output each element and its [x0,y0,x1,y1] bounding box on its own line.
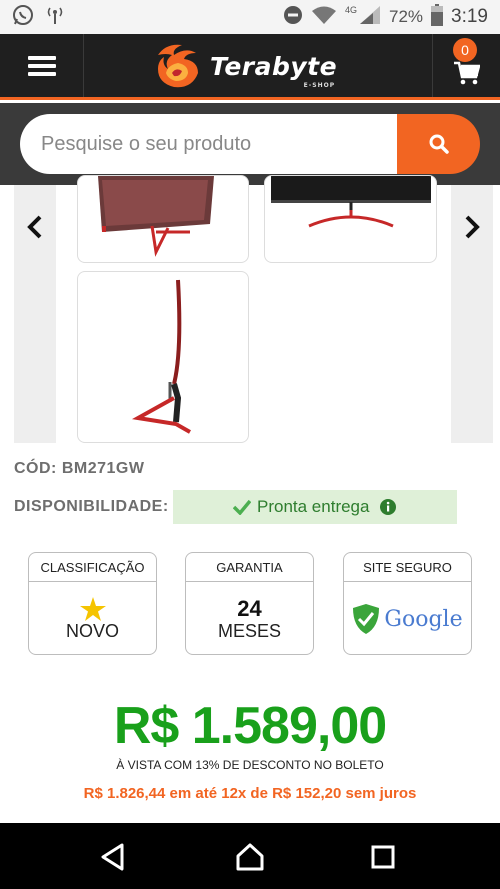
secure-site-body[interactable]: Google [344,582,471,654]
search-button[interactable] [397,114,480,174]
logo-wordmark: Terabyte E-SHOP [210,51,338,89]
wifi-icon [311,5,337,30]
warranty-card: GARANTIA 24 MESES [185,552,314,655]
search-input[interactable] [20,114,398,174]
product-gallery [0,175,500,445]
battery-icon [431,3,444,31]
logo-subtext: E-SHOP [303,81,336,89]
monitor-back-image [271,176,431,228]
warranty-title: GARANTIA [186,553,313,582]
gallery-thumb-3[interactable] [77,271,249,443]
gallery-prev-button[interactable] [14,185,56,443]
warranty-number: 24 [237,595,262,621]
square-icon [371,845,395,869]
warranty-body: 24 MESES [186,582,313,654]
hotspot-icon [46,5,64,30]
dnd-icon [283,5,303,30]
shield-icon [353,604,380,634]
product-code: CÓD: BM271GW [14,460,145,477]
gallery-next-button[interactable] [451,185,493,443]
gallery-thumb-2[interactable] [264,175,437,263]
monitor-side-image [131,279,191,434]
site-header: Terabyte E-SHOP 0 [0,34,500,100]
back-button[interactable] [96,841,130,873]
hamburger-icon [27,52,56,80]
search-bar [0,103,500,185]
check-icon [233,499,251,515]
chevron-left-icon [27,215,42,239]
star-icon [79,596,106,621]
search-icon [429,134,449,154]
secure-site-card: SITE SEGURO Google [343,552,472,655]
flame-logo-icon [158,44,198,88]
logo-text: Terabyte [210,51,338,81]
recents-button[interactable] [366,841,400,873]
secure-site-title: SITE SEGURO [344,553,471,582]
installment-info: R$ 1.826,44 em até 12x de R$ 152,20 sem … [83,785,417,802]
availability-label: DISPONIBILIDADE: [14,498,169,515]
home-icon [236,843,264,871]
cart-icon [453,61,480,84]
back-triangle-icon [101,843,124,871]
gallery-thumb-1[interactable] [77,175,249,263]
availability-value: Pronta entrega [257,497,370,516]
terabyte-logo[interactable]: Terabyte E-SHOP [152,40,337,92]
cart-count-badge: 0 [453,38,477,62]
signal-icon [359,5,381,30]
info-icon[interactable] [379,498,397,516]
chevron-right-icon [465,215,480,239]
monitor-front-image [98,176,214,257]
network-type: 4G [344,5,357,15]
classification-body: NOVO [29,582,156,654]
whatsapp-icon [12,4,34,31]
classification-value: NOVO [65,620,119,641]
warranty-unit: MESES [217,620,282,641]
google-wordmark: Google [384,606,463,632]
clock: 3:19 [451,6,488,27]
home-button[interactable] [233,841,267,873]
product-price: R$ 1.589,00 [113,697,387,755]
classification-card: CLASSIFICAÇÃO NOVO [28,552,157,655]
classification-title: CLASSIFICAÇÃO [29,553,156,582]
status-bar: 4G 72% 3:19 [0,0,500,34]
cash-discount-note: À VISTA COM 13% DE DESCONTO NO BOLETO [116,758,384,772]
battery-percent: 72% [388,7,424,26]
availability-status: Pronta entrega [173,490,457,524]
android-nav-bar [0,823,500,889]
menu-button[interactable] [0,34,84,97]
cart-button[interactable]: 0 [432,34,500,97]
